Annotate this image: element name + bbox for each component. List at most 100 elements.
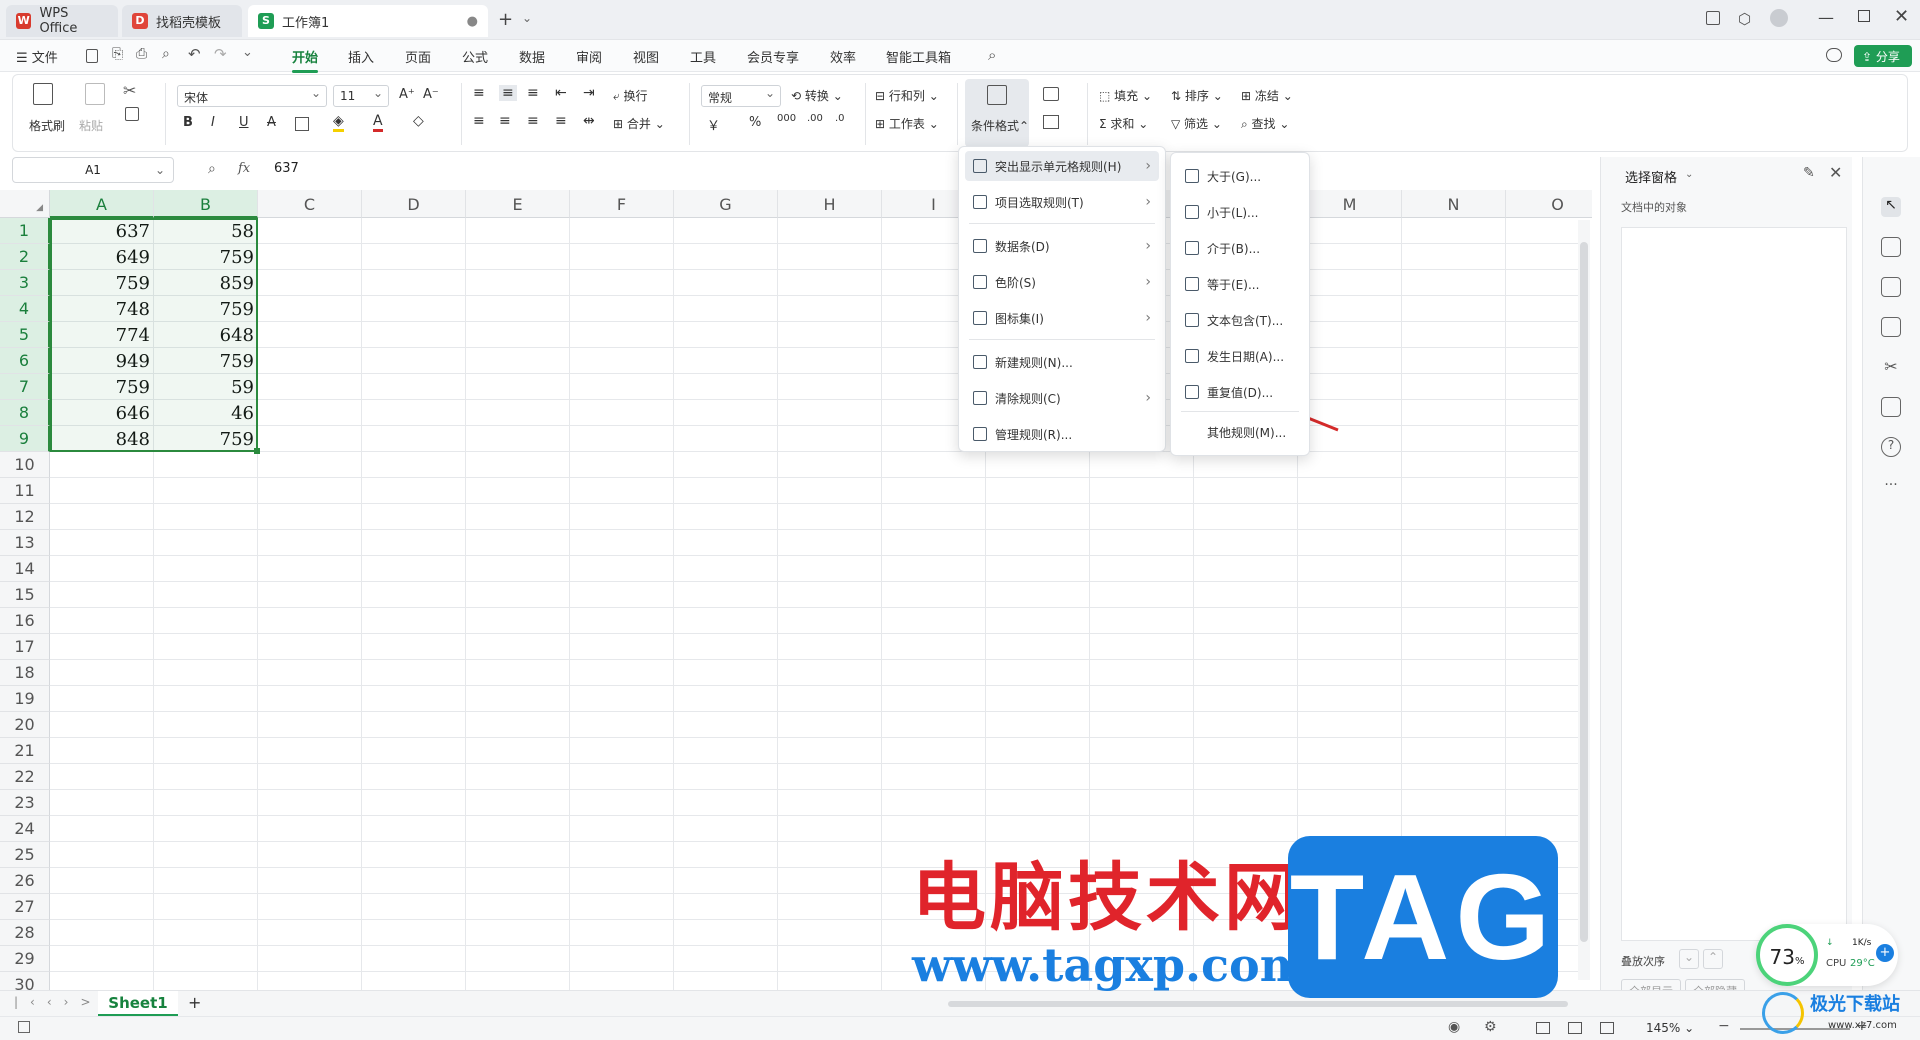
align-bottom-icon[interactable]: ≡ xyxy=(527,85,539,101)
highlight-rule-item[interactable]: 重复值(D)... xyxy=(1177,377,1303,407)
paste-button[interactable]: 粘贴 xyxy=(79,117,103,134)
find-button[interactable]: ⌕ 查找 ⌄ xyxy=(1241,115,1289,132)
move-up-button[interactable]: ⌃ xyxy=(1703,949,1723,969)
new-tab-icon[interactable]: + xyxy=(498,9,513,30)
formula-input[interactable]: 637 xyxy=(274,161,299,176)
export-icon[interactable]: ⎘ xyxy=(112,46,123,62)
distribute-icon[interactable]: ⇹ xyxy=(583,113,595,129)
indent-increase-icon[interactable]: ⇥ xyxy=(583,85,595,101)
cond-menu-item[interactable]: 数据条(D) › xyxy=(965,231,1159,261)
font-color-icon[interactable]: A xyxy=(373,113,383,132)
align-top-icon[interactable]: ≡ xyxy=(473,85,485,101)
worksheet-button[interactable]: ⊞ 工作表 ⌄ xyxy=(875,115,939,132)
font-size-select[interactable]: 11 xyxy=(333,85,389,107)
fill-color-icon[interactable]: ◈ xyxy=(333,113,344,132)
boost-icon[interactable]: + xyxy=(1876,944,1894,962)
copy-icon[interactable] xyxy=(125,107,139,121)
pane-menu-icon[interactable]: ⌄ xyxy=(1685,169,1693,180)
decrease-font-icon[interactable]: A⁻ xyxy=(423,87,439,102)
objects-list[interactable] xyxy=(1621,227,1847,941)
decimal-increase-icon[interactable]: .00 xyxy=(807,113,823,124)
zoom-level[interactable]: 145% ⌄ xyxy=(1646,1021,1694,1035)
percent-button[interactable]: % xyxy=(749,115,761,130)
cond-menu-item[interactable]: 清除规则(C) › xyxy=(965,383,1159,413)
close-pane-icon[interactable]: ✕ xyxy=(1829,163,1842,182)
sort-button[interactable]: ⇅ 排序 ⌄ xyxy=(1171,87,1223,104)
highlight-rule-item[interactable]: 其他规则(M)... xyxy=(1177,417,1303,447)
more-icon[interactable]: ··· xyxy=(1881,477,1901,497)
settings-icon[interactable]: ⚙ xyxy=(1484,1019,1497,1035)
font-name-select[interactable]: 宋体 xyxy=(177,85,327,107)
select-pointer-icon[interactable]: ↖ xyxy=(1881,197,1901,217)
adjust-icon[interactable] xyxy=(1881,237,1901,257)
cut-icon[interactable]: ✂ xyxy=(123,81,136,100)
macro-icon[interactable] xyxy=(18,1021,30,1033)
menu-efficiency[interactable]: 效率 xyxy=(830,47,856,66)
book-icon[interactable] xyxy=(1881,397,1901,417)
highlight-rule-item[interactable]: 大于(G)... xyxy=(1177,161,1303,191)
cond-menu-item[interactable]: 突出显示单元格规则(H) › xyxy=(965,151,1159,181)
justify-icon[interactable]: ≡ xyxy=(555,113,567,129)
increase-font-icon[interactable]: A⁺ xyxy=(399,87,415,102)
sum-button[interactable]: Σ 求和 ⌄ xyxy=(1099,115,1148,132)
cond-menu-item[interactable]: 新建规则(N)... xyxy=(965,347,1159,377)
highlight-rule-item[interactable]: 发生日期(A)... xyxy=(1177,341,1303,371)
merge-button[interactable]: ⊞ 合并 ⌄ xyxy=(613,115,665,132)
clear-format-icon[interactable]: ◇ xyxy=(413,113,424,129)
redo-icon[interactable]: ↷ xyxy=(214,45,227,63)
convert-button[interactable]: ⟲ 转换 ⌄ xyxy=(791,87,843,104)
filter-button[interactable]: ▽ 筛选 ⌄ xyxy=(1171,115,1222,132)
page-view-icon[interactable] xyxy=(1568,1022,1582,1034)
freeze-button[interactable]: ⊞ 冻结 ⌄ xyxy=(1241,87,1293,104)
fx-icon[interactable]: fx xyxy=(238,161,250,176)
chevron-down-icon[interactable]: ⌄ xyxy=(522,11,532,25)
tab-workbook[interactable]: S 工作簿1 ● xyxy=(248,5,488,37)
cpu-widget[interactable]: 73% ↓ 1K/s CPU 29°C + xyxy=(1756,924,1898,986)
menu-page[interactable]: 页面 xyxy=(405,47,431,66)
format-painter-button[interactable]: 格式刷 xyxy=(29,117,65,134)
cube-icon[interactable]: ⬡ xyxy=(1738,10,1751,28)
indent-decrease-icon[interactable]: ⇤ xyxy=(555,85,567,101)
thousands-icon[interactable]: 000 xyxy=(777,113,796,124)
avatar[interactable] xyxy=(1770,9,1788,27)
name-box[interactable]: A1 ⌄ xyxy=(12,157,174,183)
cloud-icon[interactable] xyxy=(1826,48,1842,62)
cond-menu-item[interactable]: 管理规则(R)... xyxy=(965,419,1159,449)
menu-smart-toolbox[interactable]: 智能工具箱 xyxy=(886,47,951,66)
wrap-text-button[interactable]: ⤶ 换行 xyxy=(613,87,648,104)
search-icon[interactable]: ⌕ xyxy=(988,46,996,64)
table-style-icon[interactable] xyxy=(1043,115,1059,129)
menu-insert[interactable]: 插入 xyxy=(348,47,374,66)
currency-button[interactable]: ￥ xyxy=(707,115,720,134)
menu-member[interactable]: 会员专享 xyxy=(747,47,799,66)
tab-docer[interactable]: D 找稻壳模板 xyxy=(122,5,242,37)
sheet-tab-sheet1[interactable]: Sheet1 xyxy=(98,991,178,1017)
print-icon[interactable]: ⎙ xyxy=(136,46,147,62)
number-format-select[interactable]: 常规 xyxy=(701,85,781,107)
decimal-decrease-icon[interactable]: .0 xyxy=(835,113,845,124)
move-down-button[interactable]: ⌄ xyxy=(1679,949,1699,969)
highlight-rule-item[interactable]: 文本包含(T)... xyxy=(1177,305,1303,335)
restore-icon[interactable] xyxy=(1858,10,1870,22)
layout-icon[interactable] xyxy=(1706,11,1720,25)
menu-tools[interactable]: 工具 xyxy=(690,47,716,66)
unsaved-dot-icon[interactable]: ● xyxy=(467,14,478,29)
tools-icon[interactable]: ✂ xyxy=(1881,357,1901,377)
break-view-icon[interactable] xyxy=(1600,1022,1614,1034)
horizontal-scrollbar[interactable] xyxy=(948,1001,1568,1007)
comment-icon[interactable] xyxy=(1881,277,1901,297)
tab-wps-office[interactable]: W WPS Office xyxy=(6,5,118,37)
undo-icon[interactable]: ↶ xyxy=(188,45,201,63)
file-menu[interactable]: ☰ 文件 xyxy=(16,47,58,66)
save-icon[interactable] xyxy=(86,49,98,63)
eye-protect-icon[interactable]: ◉ xyxy=(1448,1019,1460,1035)
bold-button[interactable]: B xyxy=(183,115,193,130)
add-sheet-button[interactable]: + xyxy=(188,993,201,1012)
close-window-icon[interactable]: ✕ xyxy=(1894,6,1909,27)
border-icon[interactable] xyxy=(295,117,309,131)
highlight-rule-item[interactable]: 等于(E)... xyxy=(1177,269,1303,299)
pin-icon[interactable]: ✎ xyxy=(1803,165,1815,181)
cond-menu-item[interactable]: 色阶(S) › xyxy=(965,267,1159,297)
menu-data[interactable]: 数据 xyxy=(519,47,545,66)
image-icon[interactable] xyxy=(1881,317,1901,337)
